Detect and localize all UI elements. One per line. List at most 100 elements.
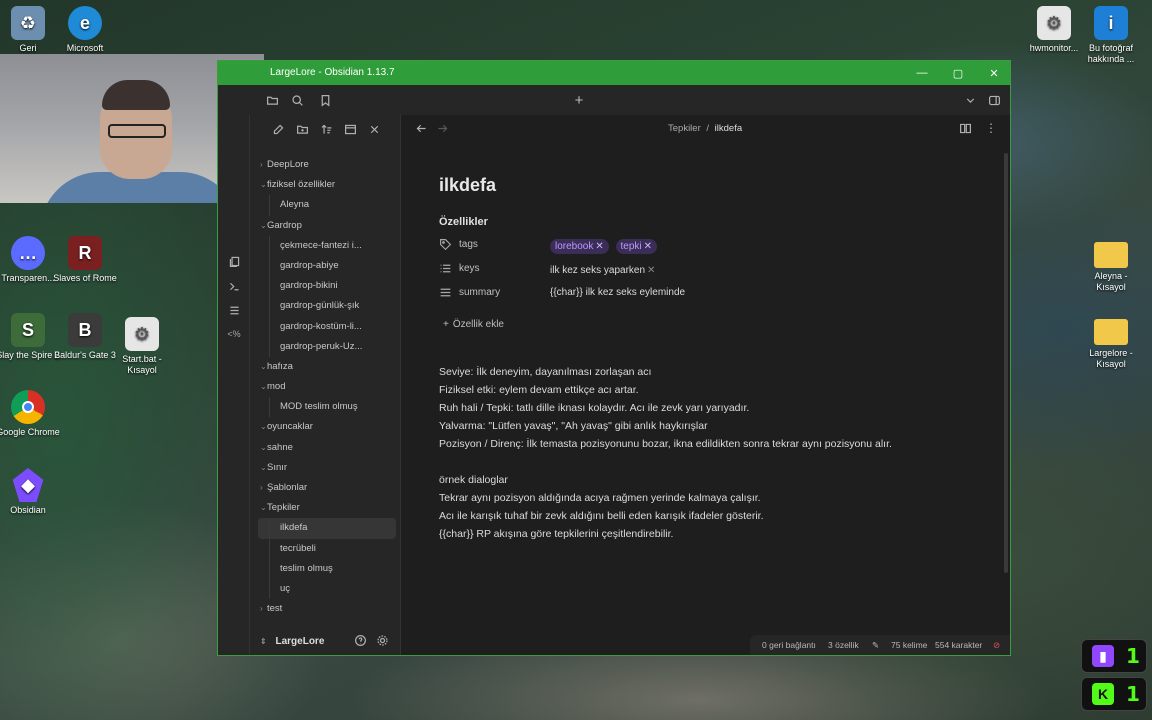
file-explorer-button[interactable] (262, 90, 282, 110)
ribbon-list-button[interactable] (224, 300, 244, 320)
back-button[interactable] (411, 118, 431, 138)
tree-file[interactable]: gardrop-abiye (258, 255, 396, 277)
breadcrumb-folder[interactable]: Tepkiler (668, 123, 701, 134)
bookmarks-button[interactable] (315, 90, 335, 110)
tree-folder[interactable]: › DeepLore (258, 155, 396, 175)
tree-file[interactable]: uç (258, 578, 396, 600)
pencil-icon[interactable]: ✎ (872, 640, 879, 651)
new-note-button[interactable] (268, 119, 288, 139)
add-property-button[interactable]: + Özellik ekle (443, 319, 504, 330)
note-body[interactable]: Seviye: İlk deneyim, dayanılması zorlaşa… (439, 363, 892, 543)
title-bar[interactable]: LargeLore - Obsidian 1.13.7 — ▢ ✕ (218, 61, 1010, 85)
property-value[interactable]: {{char}} ilk kez seks eyleminde (550, 287, 685, 298)
note-line[interactable]: Yalvarma: "Lütfen yavaş", "Ah yavaş" gib… (439, 417, 892, 435)
tree-folder[interactable]: ⌄ Sınır (258, 458, 396, 478)
note-line[interactable]: Acı ile karışık tuhaf bir zevk aldığını … (439, 507, 892, 525)
note-line[interactable]: Pozisyon / Direnç: İlk temasta pozisyonu… (439, 435, 892, 453)
property-tags[interactable]: tags lorebook ✕ tepki ✕ (439, 236, 999, 256)
property-keys[interactable]: keys ilk kez seks yaparken ✕ (439, 260, 999, 280)
desktop-icon-transparent[interactable]: … Transparen... (0, 236, 60, 284)
desktop-icon-recycle-bin[interactable]: ♻ Geri (0, 6, 60, 54)
desktop-icon-photo-info[interactable]: i Bu fotoğraf hakkında ... (1079, 6, 1143, 65)
tree-file[interactable]: teslim olmuş (258, 558, 396, 579)
tree-file[interactable]: tecrübeli (258, 538, 396, 559)
tree-folder[interactable]: ⌄ oyuncaklar (258, 417, 396, 437)
tree-folder[interactable]: ⌄ fiziksel özellikler (258, 175, 396, 195)
note-line[interactable]: Fiziksel etki: eylem devam ettikçe acı a… (439, 381, 892, 399)
tree-file[interactable]: ilkdefa (258, 518, 396, 539)
help-button[interactable] (350, 630, 370, 650)
note-line[interactable]: Seviye: İlk deneyim, dayanılması zorlaşa… (439, 363, 892, 381)
desktop-icon-aleyna-folder[interactable]: Aleyna - Kısayol (1079, 236, 1143, 293)
tree-folder[interactable]: ⌄ Tepkiler (258, 498, 396, 518)
close-window-button[interactable]: ✕ (976, 61, 1010, 85)
desktop-icon-label: Aleyna - Kısayol (1094, 271, 1128, 292)
maximize-button[interactable]: ▢ (940, 61, 976, 85)
tree-item-label: çekmece-fantezi i... (280, 239, 362, 251)
desktop-icon-chrome[interactable]: Google Chrome (0, 390, 60, 438)
ribbon-pages-button[interactable] (224, 251, 244, 271)
note-line[interactable]: Tekrar aynı pozisyon aldığında acıya rağ… (439, 489, 892, 507)
list-icon (439, 262, 453, 276)
tree-file[interactable]: gardrop-peruk-Uz... (258, 336, 396, 357)
sync-off-icon[interactable]: ⊘ (993, 640, 1000, 651)
note-line[interactable]: örnek dialoglar (439, 471, 892, 489)
note-line[interactable] (439, 453, 892, 471)
desktop-icon-obsidian[interactable]: ◆ Obsidian (0, 468, 60, 516)
settings-button[interactable] (372, 630, 392, 650)
minimize-button[interactable]: — (904, 61, 940, 85)
collapse-icon (370, 125, 378, 133)
tree-item-label: Tepkiler (267, 502, 300, 514)
tree-file[interactable]: gardrop-kostüm-li... (258, 316, 396, 337)
tag-pill[interactable]: tepki ✕ (615, 239, 658, 254)
tree-folder[interactable]: › test (258, 599, 396, 619)
remove-item-icon[interactable]: ✕ (647, 265, 655, 276)
tree-file[interactable]: gardrop-bikini (258, 276, 396, 297)
more-options-button[interactable]: ⋮ (981, 118, 1001, 138)
tree-folder[interactable]: ⌄ mod (258, 377, 396, 397)
status-properties[interactable]: 3 özellik (828, 640, 859, 650)
tree-folder[interactable]: › Şablonlar (258, 478, 396, 498)
ribbon-terminal-button[interactable] (224, 276, 244, 296)
tree-file[interactable]: Aleyna (258, 195, 396, 216)
kick-counter: K 1 (1081, 677, 1147, 711)
sort-button[interactable] (316, 119, 336, 139)
new-tab-button[interactable]: + (569, 90, 589, 110)
desktop-icon-start-bat[interactable]: ⚙ Start.bat - Kısayol (110, 317, 174, 376)
new-folder-button[interactable] (292, 119, 312, 139)
ribbon-percent-button[interactable]: <% (224, 324, 244, 344)
toggle-right-sidebar-button[interactable] (984, 90, 1004, 110)
tree-file[interactable]: gardrop-günlük-şık (258, 296, 396, 317)
status-backlinks[interactable]: 0 geri bağlantı (762, 640, 816, 650)
tab-list-button[interactable] (960, 90, 980, 110)
desktop-icon-largelore-folder[interactable]: Largelore - Kısayol (1079, 313, 1143, 370)
forward-button[interactable] (432, 118, 452, 138)
tree-folder[interactable]: ⌄ Gardrop (258, 216, 396, 236)
tag-pill[interactable]: lorebook ✕ (550, 239, 609, 254)
note-title[interactable]: ilkdefa (439, 175, 496, 196)
properties-heading[interactable]: Özellikler (439, 216, 488, 228)
auto-reveal-button[interactable] (340, 119, 360, 139)
note-line[interactable]: {{char}} RP akışına göre tepkilerini çeş… (439, 525, 892, 543)
note-line[interactable]: Ruh hali / Tepki: tatlı dille iknası kol… (439, 399, 892, 417)
vault-switcher[interactable]: ⇕ LargeLore (260, 636, 324, 647)
tree-folder[interactable]: ⌄ hafıza (258, 357, 396, 377)
tree-item-label: gardrop-peruk-Uz... (280, 340, 363, 352)
desktop-icon-slaves-of-rome[interactable]: R Slaves of Rome (53, 236, 117, 284)
desktop-icon-baldurs-gate[interactable]: B Baldur's Gate 3 (53, 313, 117, 361)
property-summary[interactable]: summary {{char}} ilk kez seks eyleminde (439, 284, 999, 304)
breadcrumb-file[interactable]: ilkdefa (715, 123, 742, 134)
search-button[interactable] (287, 90, 307, 110)
list-pill[interactable]: ilk kez seks yaparken ✕ (550, 263, 655, 278)
tree-file[interactable]: MOD teslim olmuş (258, 397, 396, 418)
editor-scrollbar[interactable] (1004, 153, 1008, 573)
collapse-all-button[interactable] (364, 119, 384, 139)
reading-view-button[interactable] (955, 118, 975, 138)
desktop-icon-slay-the-spire[interactable]: S Slay the Spire 2 (0, 313, 60, 361)
desktop-icon-hwmonitor[interactable]: ⚙ hwmonitor... (1022, 6, 1086, 54)
desktop-icon-edge[interactable]: e Microsoft (53, 6, 117, 54)
tree-file[interactable]: çekmece-fantezi i... (258, 235, 396, 256)
remove-tag-icon[interactable]: ✕ (595, 241, 603, 252)
tree-folder[interactable]: ⌄ sahne (258, 438, 396, 458)
remove-tag-icon[interactable]: ✕ (644, 241, 652, 252)
